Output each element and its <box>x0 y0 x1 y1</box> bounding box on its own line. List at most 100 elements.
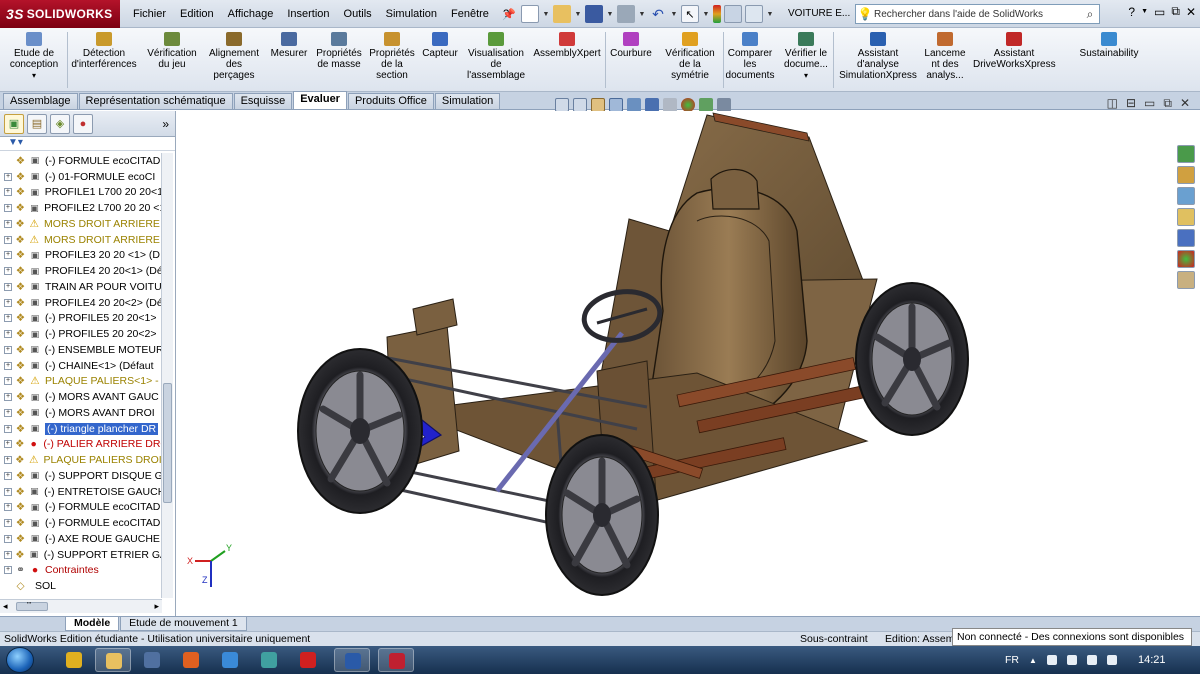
menu-2[interactable]: Affichage <box>221 8 281 20</box>
zoom-area-icon[interactable] <box>573 98 587 112</box>
chevron-down-icon[interactable]: ▼ <box>1141 8 1148 15</box>
property-manager-tab-icon[interactable]: ▤ <box>27 113 47 134</box>
design-library-icon[interactable] <box>1177 187 1195 205</box>
ribbon-button-6[interactable]: Propriétés de la section <box>365 30 419 81</box>
taskbar-app[interactable] <box>251 648 287 672</box>
expand-toggle-icon[interactable]: + <box>4 566 12 575</box>
tree-item[interactable]: + ❖ ▣ (-) 01-FORMULE ecoCI <box>0 169 162 185</box>
help-search-input[interactable]: 💡 Rechercher dans l'aide de SolidWorks ⌕ <box>855 4 1100 24</box>
taskbar-app[interactable] <box>290 648 326 672</box>
expand-toggle-icon[interactable]: + <box>4 235 12 244</box>
new-document-icon[interactable] <box>521 5 539 23</box>
doc-close-icon[interactable]: ✕ <box>1180 96 1190 111</box>
expand-toggle-icon[interactable]: + <box>4 204 12 213</box>
tree-item[interactable]: + ❖ ▣ (-) SUPPORT ETRIER GA <box>0 547 162 563</box>
solidworks-logo[interactable]: 3S SOLIDWORKS <box>0 0 120 28</box>
restore-icon[interactable]: ⧉ <box>1171 4 1180 19</box>
scroll-left-icon[interactable]: ◂ <box>3 601 8 612</box>
chevron-down-icon[interactable]: ▼ <box>638 11 646 18</box>
ribbon-button-12[interactable]: Comparer les documents <box>724 30 776 81</box>
taskbar-app[interactable] <box>95 648 131 672</box>
custom-properties-icon[interactable] <box>1177 271 1195 289</box>
chevron-down-icon[interactable]: ▼ <box>542 11 550 18</box>
tree-item[interactable]: + ❖ ▣ PROFILE3 20 20 <1> (D <box>0 248 162 264</box>
tree-item[interactable]: + ❖ ▣ (-) AXE ROUE GAUCHE <box>0 531 162 547</box>
select-arrow-icon[interactable]: ↖ <box>681 5 699 23</box>
section-view-icon[interactable] <box>609 98 623 112</box>
ribbon-button-14[interactable]: Assistant d'analyse SimulationXpress <box>838 30 918 81</box>
menu-0[interactable]: Fichier <box>126 8 173 20</box>
expand-toggle-icon[interactable]: + <box>4 172 12 181</box>
home-icon[interactable] <box>1177 166 1195 184</box>
menu-1[interactable]: Edition <box>173 8 221 20</box>
ribbon-button-3[interactable]: Alignement des perçages <box>203 30 265 81</box>
tree-item[interactable]: + ❖ ● (-) PALIER ARRIERE DRO <box>0 437 162 453</box>
expand-toggle-icon[interactable]: + <box>4 330 12 339</box>
ribbon-button-9[interactable]: AssemblyXpert <box>530 30 604 59</box>
tree-item[interactable]: + ❖ ▣ (-) FORMULE ecoCITAD <box>0 515 162 531</box>
tab-0[interactable]: Assemblage <box>3 93 78 109</box>
expand-toggle-icon[interactable]: + <box>4 471 12 480</box>
minimize-icon[interactable]: ▭ <box>1154 5 1165 19</box>
tab-1[interactable]: Représentation schématique <box>78 93 233 109</box>
scene-icon[interactable] <box>699 98 713 112</box>
chevron-down-icon[interactable]: ▾ <box>2 70 66 81</box>
expand-toggle-icon[interactable]: + <box>4 345 12 354</box>
expand-toggle-icon[interactable]: + <box>4 503 12 512</box>
appearance-icon[interactable] <box>681 98 695 112</box>
action-center-icon[interactable] <box>1046 655 1057 665</box>
taskbar-app[interactable] <box>56 648 92 672</box>
taskbar-app[interactable] <box>378 648 414 672</box>
ribbon-button-15[interactable]: Lanceme nt des analys... <box>920 30 970 81</box>
expand-toggle-icon[interactable]: + <box>4 424 12 433</box>
menu-6[interactable]: Fenêtre <box>444 8 496 20</box>
tree-item[interactable]: ❖ ▣ (-) FORMULE ecoCITAD <box>0 153 162 169</box>
save-icon[interactable] <box>585 5 603 23</box>
tree-item[interactable]: + ❖ ▣ (-) PROFILE5 20 20<1> <box>0 311 162 327</box>
tree-item[interactable]: + ❖ ▣ (-) PROFILE5 20 20<2> <box>0 326 162 342</box>
expand-toggle-icon[interactable]: + <box>4 282 12 291</box>
tree-item[interactable]: + ❖ ▣ (-) ENTRETOISE GAUCH <box>0 484 162 500</box>
tree-item[interactable]: ◇ SOL <box>0 578 162 594</box>
clock[interactable]: 14:21 <box>1138 654 1166 666</box>
tree-item[interactable]: + ❖ ⚠ MORS DROIT ARRIERE I <box>0 232 162 248</box>
ribbon-button-17[interactable]: Sustainability <box>1074 30 1144 59</box>
taskbar-app[interactable] <box>334 648 370 672</box>
expand-toggle-icon[interactable]: + <box>4 487 12 496</box>
expand-toggle-icon[interactable]: + <box>4 519 12 528</box>
file-properties-icon[interactable] <box>724 5 742 23</box>
graphics-area[interactable]: X Y Z <box>177 111 1173 616</box>
options-icon[interactable] <box>745 5 763 23</box>
model-tab-1[interactable]: Etude de mouvement 1 <box>120 617 247 631</box>
ribbon-button-5[interactable]: Propriétés de masse <box>314 30 364 70</box>
assembly-model-view[interactable]: X Y Z <box>177 111 1173 616</box>
expand-toggle-icon[interactable]: + <box>4 440 12 449</box>
ribbon-button-13[interactable]: Vérifier le docume... ▾ <box>780 30 832 81</box>
scroll-thumb[interactable]: ''' <box>16 602 48 611</box>
configuration-manager-tab-icon[interactable]: ◈ <box>50 113 70 134</box>
expand-toggle-icon[interactable]: + <box>4 267 12 276</box>
tile-view-icon[interactable]: ⊟ <box>1126 96 1136 111</box>
pin-icon[interactable]: 📌 <box>500 5 518 23</box>
tree-horizontal-scrollbar[interactable]: ◂ ''' ▸ <box>0 599 162 613</box>
taskbar-app[interactable] <box>212 648 248 672</box>
tree-item[interactable]: + ❖ ▣ TRAIN AR POUR VOITU <box>0 279 162 295</box>
model-tab-0[interactable]: Modèle <box>65 617 120 631</box>
scroll-right-icon[interactable]: ▸ <box>154 601 159 612</box>
volume-icon[interactable] <box>1106 655 1117 665</box>
chevron-down-icon[interactable]: ▼ <box>766 11 774 18</box>
expand-toggle-icon[interactable]: + <box>4 408 12 417</box>
doc-minimize-icon[interactable]: ▭ <box>1144 96 1155 111</box>
filter-icon[interactable]: ▼▾ <box>0 137 175 151</box>
tree-item[interactable]: + ❖ ▣ (-) FORMULE ecoCITAD <box>0 500 162 516</box>
tree-item[interactable]: + ❖ ▣ PROFILE4 20 20<1> (Dé <box>0 263 162 279</box>
tab-4[interactable]: Produits Office <box>347 93 434 109</box>
tree-item[interactable]: + ❖ ▣ (-) triangle plancher DR <box>0 421 162 437</box>
help-icon[interactable]: ? <box>1128 5 1135 19</box>
menu-4[interactable]: Outils <box>337 8 379 20</box>
print-icon[interactable] <box>617 5 635 23</box>
ribbon-button-10[interactable]: Courbure <box>607 30 655 59</box>
open-folder-icon[interactable] <box>553 5 571 23</box>
taskbar-app[interactable] <box>173 648 209 672</box>
menu-5[interactable]: Simulation <box>379 8 444 20</box>
